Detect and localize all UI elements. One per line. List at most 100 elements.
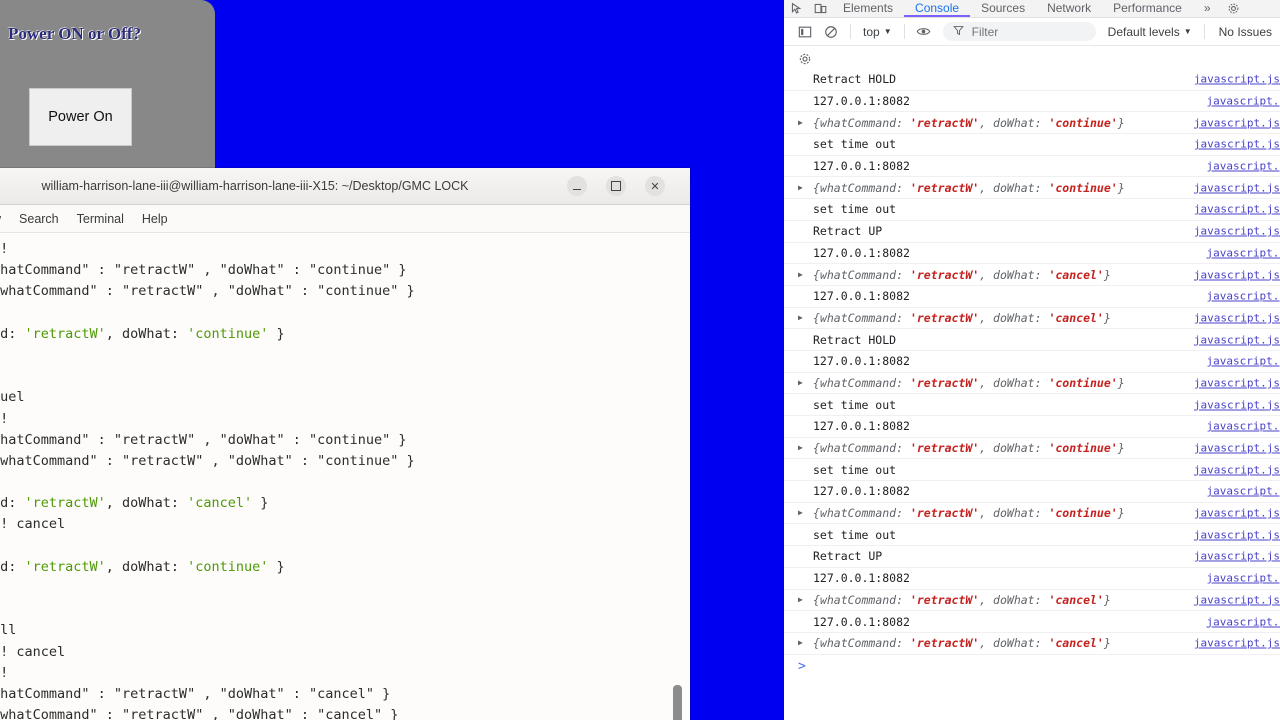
console-log-row[interactable]: Retract UP javascript.js [784, 221, 1280, 243]
console-log-row[interactable]: Retract HOLD javascript.js [784, 329, 1280, 351]
console-log-row[interactable]: set time out javascript.js [784, 199, 1280, 221]
menu-item-terminal[interactable]: Terminal [77, 212, 124, 226]
console-source-link[interactable]: javascript.js [1194, 463, 1280, 476]
close-icon[interactable]: ✕ [645, 176, 665, 196]
console-source-link[interactable]: javascript.j [1207, 290, 1280, 303]
console-source-link[interactable]: javascript.j [1207, 246, 1280, 259]
console-log-row[interactable]: Retract HOLD javascript.js [784, 69, 1280, 91]
power-on-button[interactable]: Power On [29, 88, 132, 146]
console-filter-box[interactable] [942, 22, 1096, 41]
console-source-link[interactable]: javascript.js [1194, 138, 1280, 151]
terminal-line-part: 'retractW' [24, 325, 106, 342]
console-log-row[interactable]: ▶ {whatCommand: 'retractW', doWhat: 'cont… [784, 112, 1280, 135]
console-sidebar-icon[interactable] [792, 19, 818, 45]
expand-arrow-icon[interactable]: ▶ [798, 378, 803, 387]
console-source-link[interactable]: javascript.j [1207, 95, 1280, 108]
console-source-link[interactable]: javascript.js [1194, 73, 1280, 86]
console-source-link[interactable]: javascript.js [1194, 550, 1280, 563]
issues-counter[interactable]: No Issues [1211, 25, 1280, 39]
console-log-row[interactable]: set time out javascript.js [784, 524, 1280, 547]
tab-performance[interactable]: Performance [1102, 0, 1193, 17]
minimize-icon[interactable] [567, 176, 587, 196]
terminal-window: william-harrison-lane-iii@william-harris… [0, 168, 690, 720]
console-source-link[interactable]: javascript.js [1194, 333, 1280, 346]
inspect-cursor-icon[interactable] [784, 0, 808, 17]
console-log-row[interactable]: 127.0.0.1:8082 javascript.j [784, 243, 1280, 265]
console-log-row[interactable]: 127.0.0.1:8082 javascript.j [784, 156, 1280, 178]
console-log-row[interactable]: ▶ {whatCommand: 'retractW', doWhat: 'canc… [784, 590, 1280, 612]
console-log-row[interactable]: 127.0.0.1:8082 javascript.j [784, 611, 1280, 633]
execution-context-select[interactable]: top ▼ [857, 25, 898, 39]
expand-arrow-icon[interactable]: ▶ [798, 313, 803, 322]
console-log-row[interactable]: 127.0.0.1:8082 javascript.j [784, 568, 1280, 590]
device-toolbar-icon[interactable] [808, 0, 832, 17]
console-log-row[interactable]: 127.0.0.1:8082 javascript.j [784, 481, 1280, 503]
console-log-row[interactable]: 127.0.0.1:8082 javascript.j [784, 286, 1280, 308]
expand-arrow-icon[interactable]: ▶ [798, 118, 803, 127]
tab-elements[interactable]: Elements [832, 0, 904, 17]
console-filter-input[interactable] [969, 23, 1086, 40]
console-source-link[interactable]: javascript.js [1194, 376, 1280, 389]
console-source-link[interactable]: javascript.j [1207, 572, 1280, 585]
console-source-link[interactable]: javascript.js [1194, 528, 1280, 541]
console-log-row[interactable]: ▶ {whatCommand: 'retractW', doWhat: 'cont… [784, 438, 1280, 460]
console-source-link[interactable]: javascript.j [1207, 485, 1280, 498]
console-source-link[interactable]: javascript.js [1194, 442, 1280, 455]
console-log-row[interactable]: 127.0.0.1:8082 javascript.j [784, 91, 1280, 113]
console-source-link[interactable]: javascript.js [1194, 398, 1280, 411]
console-source-link[interactable]: javascript.js [1194, 311, 1280, 324]
console-source-link[interactable]: javascript.js [1194, 507, 1280, 520]
gear-icon[interactable] [1222, 0, 1246, 17]
toolbar-divider-3 [1203, 24, 1205, 39]
live-expression-icon[interactable] [911, 19, 937, 45]
console-input-prompt[interactable]: > [784, 655, 1280, 679]
tab-network[interactable]: Network [1036, 0, 1102, 17]
terminal-line: "whatCommand" : "retractW" , "doWhat" : … [0, 707, 399, 720]
console-source-link[interactable]: javascript.js [1194, 203, 1280, 216]
console-log-row[interactable]: ▶ {whatCommand: 'retractW', doWhat: 'canc… [784, 308, 1280, 330]
terminal-scrollbar-thumb[interactable] [673, 685, 682, 720]
console-source-link[interactable]: javascript.js [1194, 268, 1280, 281]
settings-gear-icon[interactable] [792, 46, 818, 72]
expand-arrow-icon[interactable]: ▶ [798, 595, 803, 604]
console-log-row[interactable]: set time out javascript.js [784, 134, 1280, 156]
tab-sources[interactable]: Sources [970, 0, 1036, 17]
console-log-row[interactable]: 127.0.0.1:8082 javascript.j [784, 351, 1280, 373]
menu-item-view[interactable]: w [0, 212, 1, 226]
expand-arrow-icon[interactable]: ▶ [798, 444, 803, 452]
menu-item-help[interactable]: Help [142, 212, 168, 226]
menu-item-search[interactable]: Search [19, 212, 59, 226]
devtools-panel: Elements Console Sources Network Perform… [781, 0, 1280, 720]
terminal-output[interactable]: n! whatCommand" : "retractW" , "doWhat" :… [0, 233, 690, 720]
console-source-link[interactable]: javascript.js [1194, 637, 1280, 650]
maximize-icon[interactable] [606, 176, 626, 196]
console-log-list[interactable]: Retract HOLD javascript.js 127.0.0.1:8082 j… [784, 69, 1280, 720]
console-log-row[interactable]: set time out javascript.js [784, 459, 1280, 482]
tab-overflow-button[interactable]: » [1193, 0, 1222, 17]
tab-console[interactable]: Console [904, 0, 970, 17]
console-log-levels-select[interactable]: Default levels ▼ [1102, 25, 1198, 39]
clear-console-icon[interactable] [818, 19, 844, 45]
console-log-row[interactable]: set time out javascript.js [784, 394, 1280, 416]
expand-arrow-icon[interactable]: ▶ [798, 270, 803, 279]
expand-arrow-icon[interactable]: ▶ [798, 509, 803, 517]
terminal-scrollbar[interactable] [673, 204, 682, 720]
console-source-link[interactable]: javascript.js [1194, 116, 1280, 129]
console-source-link[interactable]: javascript.js [1194, 593, 1280, 606]
console-source-link[interactable]: javascript.j [1207, 355, 1280, 368]
console-source-link[interactable]: javascript.j [1207, 420, 1280, 433]
console-log-row[interactable]: ▶ {whatCommand: 'retractW', doWhat: 'cont… [784, 503, 1280, 525]
console-source-link[interactable]: javascript.j [1207, 160, 1280, 173]
console-source-link[interactable]: javascript.js [1194, 225, 1280, 238]
console-log-row[interactable]: 127.0.0.1:8082 javascript.j [784, 416, 1280, 438]
console-log-row[interactable]: Retract UP javascript.js [784, 546, 1280, 568]
terminal-titlebar[interactable]: william-harrison-lane-iii@william-harris… [0, 168, 690, 205]
expand-arrow-icon[interactable]: ▶ [798, 639, 803, 647]
console-source-link[interactable]: javascript.j [1207, 615, 1280, 628]
console-log-row[interactable]: ▶ {whatCommand: 'retractW', doWhat: 'cont… [784, 177, 1280, 200]
console-log-row[interactable]: ▶ {whatCommand: 'retractW', doWhat: 'canc… [784, 633, 1280, 655]
console-log-row[interactable]: ▶ {whatCommand: 'retractW', doWhat: 'cont… [784, 373, 1280, 395]
console-log-row[interactable]: ▶ {whatCommand: 'retractW', doWhat: 'canc… [784, 264, 1280, 286]
console-source-link[interactable]: javascript.js [1194, 181, 1280, 194]
expand-arrow-icon[interactable]: ▶ [798, 183, 803, 192]
